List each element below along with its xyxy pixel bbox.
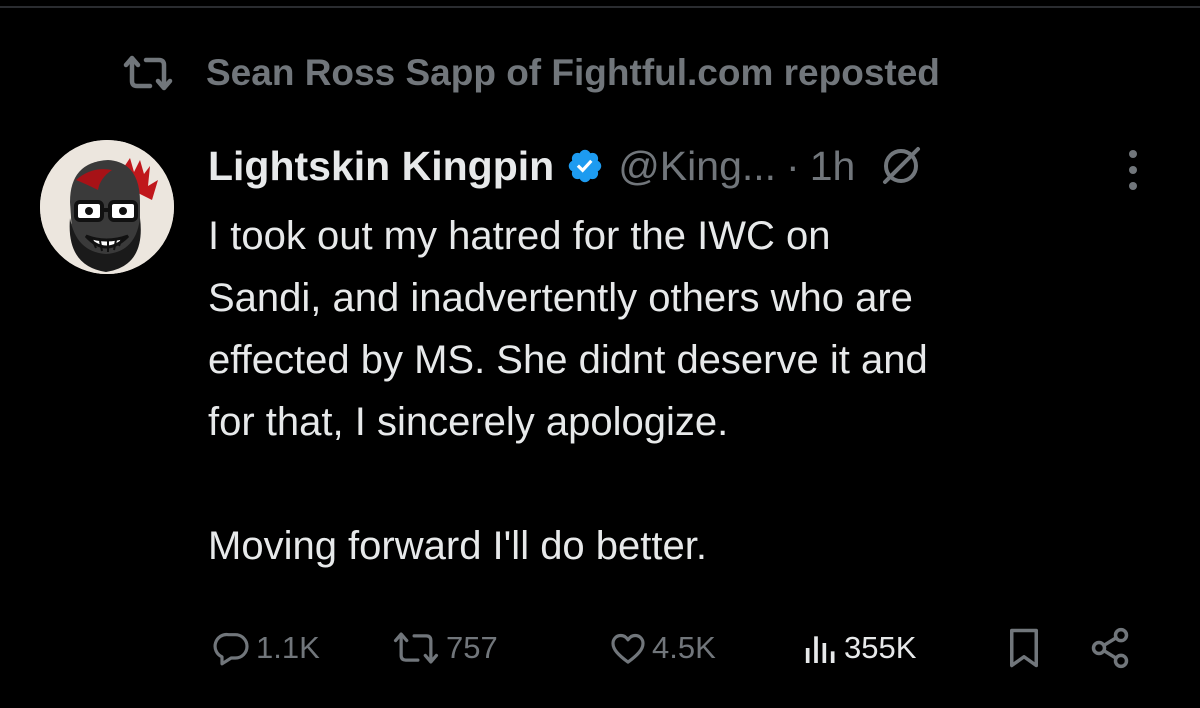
- repost-count: 757: [446, 630, 498, 665]
- views-count: 355K: [844, 630, 917, 665]
- repost-icon: [390, 628, 442, 668]
- like-count: 4.5K: [652, 630, 716, 665]
- top-divider: [0, 6, 1200, 8]
- like-button[interactable]: 4.5K: [608, 622, 716, 674]
- author-handle[interactable]: @King...: [618, 143, 776, 190]
- bookmark-button[interactable]: [1006, 622, 1042, 674]
- repost-button[interactable]: 757: [390, 622, 498, 674]
- tweet-line: effected by MS. She didnt deserve it and: [208, 338, 928, 382]
- tweet-line: Moving forward I'll do better.: [208, 524, 707, 568]
- tweet-line: for that, I sincerely apologize.: [208, 400, 729, 444]
- share-button[interactable]: [1088, 622, 1132, 674]
- share-icon: [1088, 626, 1132, 670]
- repost-context[interactable]: Sean Ross Sapp of Fightful.com reposted: [120, 52, 940, 94]
- timestamp[interactable]: 1h: [810, 143, 856, 190]
- more-options-icon[interactable]: [1120, 146, 1146, 194]
- avatar[interactable]: [40, 140, 174, 274]
- views-icon: [800, 628, 840, 668]
- verified-badge-icon[interactable]: [566, 147, 604, 185]
- grok-icon[interactable]: [877, 142, 925, 190]
- tweet-header: Lightskin Kingpin @King... · 1h: [208, 134, 925, 198]
- tweet-line: Sandi, and inadvertently others who are: [208, 276, 913, 320]
- author-name[interactable]: Lightskin Kingpin: [208, 143, 554, 190]
- views-button[interactable]: 355K: [800, 622, 916, 674]
- header-separator: ·: [786, 142, 800, 189]
- tweet-line: I took out my hatred for the IWC on: [208, 214, 831, 258]
- reply-button[interactable]: 1.1K: [212, 622, 320, 674]
- tweet-text: I took out my hatred for the IWC on Sand…: [208, 205, 1178, 577]
- repost-label[interactable]: Sean Ross Sapp of Fightful.com reposted: [206, 52, 940, 94]
- bookmark-icon: [1006, 627, 1042, 669]
- repost-icon: [120, 53, 176, 93]
- reply-count: 1.1K: [256, 630, 320, 665]
- reply-icon: [212, 628, 252, 668]
- heart-icon: [608, 628, 648, 668]
- action-bar: 1.1K 757 4.5K 355K: [208, 622, 1168, 674]
